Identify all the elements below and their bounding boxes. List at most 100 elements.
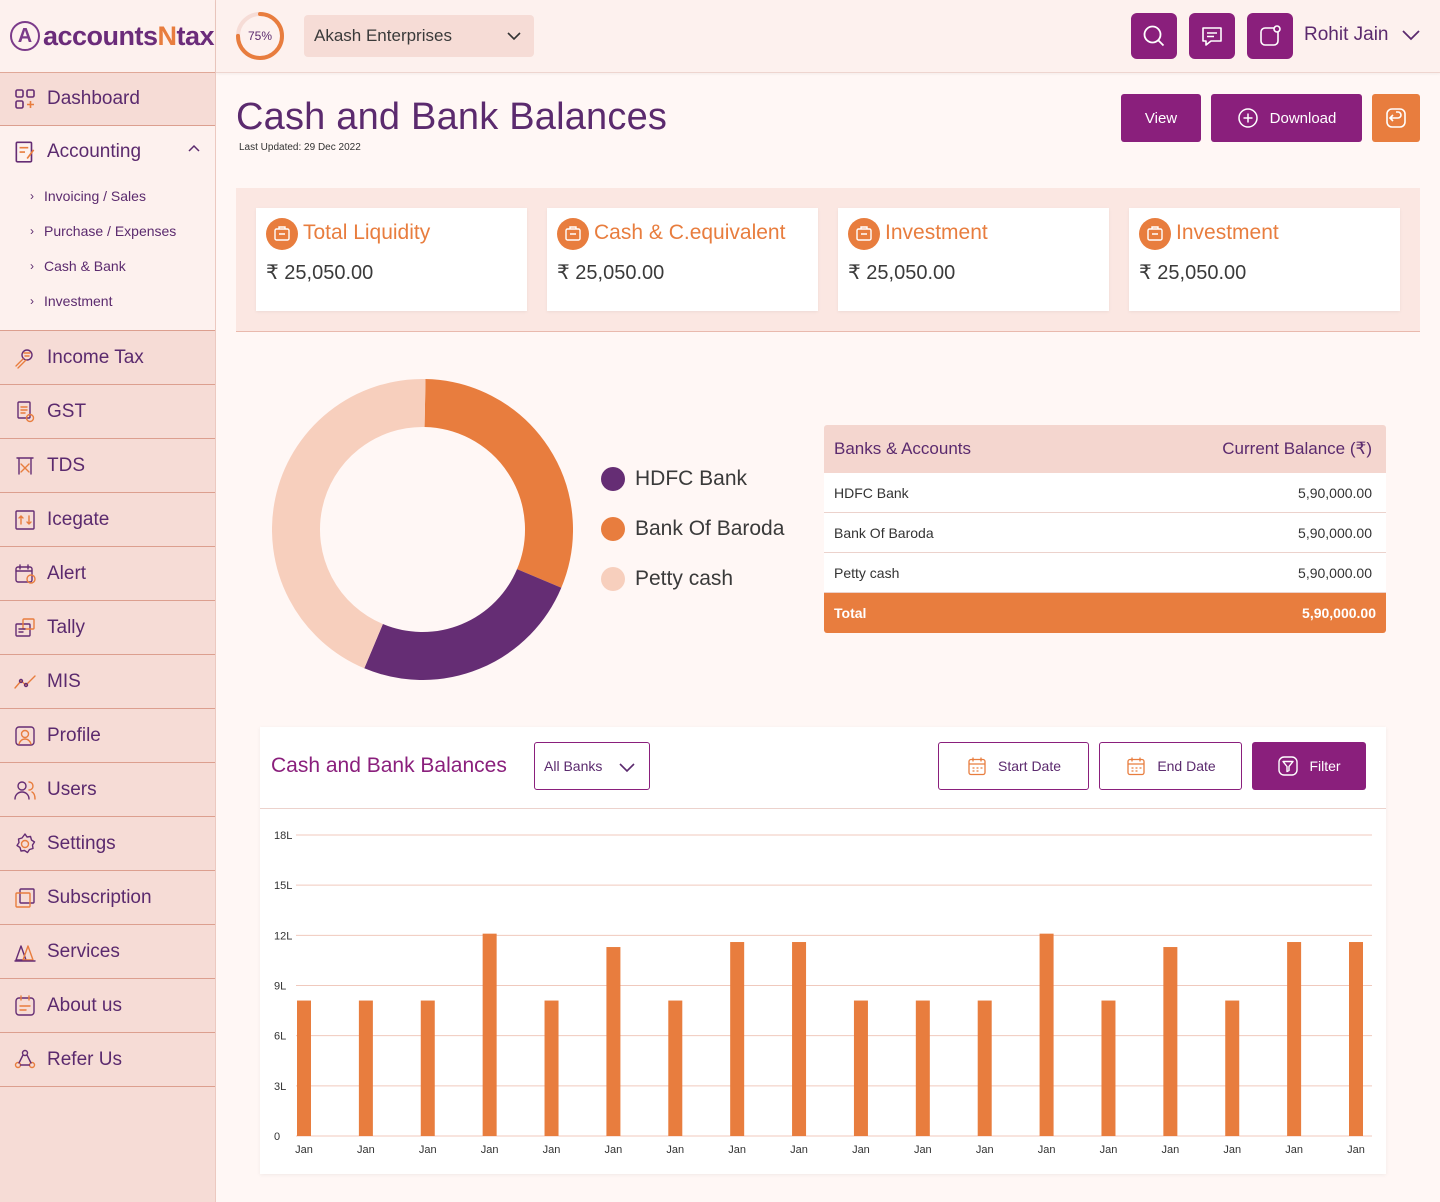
chevron-right-icon: › <box>30 188 34 203</box>
calendar-icon <box>1127 757 1145 776</box>
sidebar-item-income-tax[interactable]: Income Tax <box>0 331 215 385</box>
summary-card[interactable]: Investment ₹ 25,050.00 <box>1129 208 1400 311</box>
sidebar-item-settings[interactable]: Settings <box>0 817 215 871</box>
bar <box>730 942 745 1136</box>
x-tick-label: Jan <box>1285 1144 1303 1156</box>
x-tick-label: Jan <box>914 1144 932 1156</box>
icegate-icon <box>12 507 38 533</box>
y-tick-label: 0 <box>274 1131 280 1143</box>
back-button[interactable] <box>1372 94 1420 142</box>
sidebar-item-tally[interactable]: Tally <box>0 601 215 655</box>
sidebar: A accountsNtax Dashboard Accounting › Inv… <box>0 0 216 1202</box>
submenu-invoicing[interactable]: › Invoicing / Sales <box>0 178 215 213</box>
x-tick-label: Jan <box>605 1144 623 1156</box>
card-title: Cash & C.equivalent <box>594 221 786 244</box>
last-updated: Last Updated: 29 Dec 2022 <box>239 142 361 153</box>
profile-icon <box>12 723 38 749</box>
notifications-button[interactable] <box>1247 13 1293 59</box>
sidebar-item-label: Refer Us <box>47 1048 122 1070</box>
bar <box>915 1000 930 1136</box>
wallet-icon <box>848 218 880 250</box>
x-tick-label: Jan <box>976 1144 994 1156</box>
sidebar-item-subscription[interactable]: Subscription <box>0 871 215 925</box>
summary-card[interactable]: Cash & C.equivalent ₹ 25,050.00 <box>547 208 818 311</box>
sidebar-item-refer-us[interactable]: Refer Us <box>0 1033 215 1087</box>
sidebar-item-alert[interactable]: Alert <box>0 547 215 601</box>
bar <box>1039 933 1054 1136</box>
search-button[interactable] <box>1131 13 1177 59</box>
sidebar-item-about-us[interactable]: About us <box>0 979 215 1033</box>
view-button[interactable]: View <box>1121 94 1201 142</box>
sidebar-item-users[interactable]: Users <box>0 763 215 817</box>
sidebar-item-dashboard[interactable]: Dashboard <box>0 73 215 126</box>
wallet-icon <box>1139 218 1171 250</box>
bar <box>358 1000 373 1136</box>
users-icon <box>12 777 38 803</box>
card-value: ₹ 25,050.00 <box>266 262 374 284</box>
chart-divider <box>260 808 1386 809</box>
y-tick-label: 3L <box>274 1081 286 1093</box>
legend-item: Petty cash <box>601 567 733 591</box>
x-tick-label: Jan <box>1223 1144 1241 1156</box>
x-tick-label: Jan <box>481 1144 499 1156</box>
chevron-down-icon <box>507 32 521 41</box>
accounting-submenu: › Invoicing / Sales › Purchase / Expenses … <box>0 178 215 330</box>
start-date-button[interactable]: Start Date <box>938 742 1089 790</box>
summary-cards: Total Liquidity ₹ 25,050.00 Cash & C.equ… <box>236 188 1420 332</box>
summary-card[interactable]: Total Liquidity ₹ 25,050.00 <box>256 208 527 311</box>
tds-icon <box>12 453 38 479</box>
sidebar-item-icegate[interactable]: Icegate <box>0 493 215 547</box>
tally-icon <box>12 615 38 641</box>
chevron-right-icon: › <box>30 258 34 273</box>
table-row[interactable]: HDFC Bank 5,90,000.00 <box>824 473 1386 513</box>
logo-text: accountsNtax <box>43 20 215 51</box>
x-tick-label: Jan <box>1100 1144 1118 1156</box>
legend-dot <box>601 517 625 541</box>
chevron-up-icon[interactable] <box>187 142 201 156</box>
sidebar-item-label: Icegate <box>47 508 110 530</box>
submenu-investment[interactable]: › Investment <box>0 283 215 318</box>
logo[interactable]: A accountsNtax <box>0 0 215 73</box>
user-name[interactable]: Rohit Jain <box>1304 24 1389 46</box>
table-row[interactable]: Petty cash 5,90,000.00 <box>824 553 1386 593</box>
x-tick-label: Jan <box>543 1144 561 1156</box>
wallet-icon <box>266 218 298 250</box>
legend-dot <box>601 467 625 491</box>
company-select[interactable]: Akash Enterprises <box>304 15 534 57</box>
messages-button[interactable] <box>1189 13 1235 59</box>
bar <box>1287 942 1302 1136</box>
summary-card[interactable]: Investment ₹ 25,050.00 <box>838 208 1109 311</box>
sidebar-item-accounting[interactable]: Accounting <box>0 126 215 178</box>
sidebar-item-gst[interactable]: GST <box>0 385 215 439</box>
chevron-right-icon: › <box>30 293 34 308</box>
filter-button[interactable]: Filter <box>1252 742 1366 790</box>
about-icon <box>12 993 38 1019</box>
bar <box>297 1000 311 1136</box>
logo-mark: A <box>10 21 40 51</box>
bar <box>606 947 621 1136</box>
sidebar-item-label: Alert <box>47 562 87 584</box>
sidebar-item-mis[interactable]: MIS <box>0 655 215 709</box>
plus-circle-icon <box>1237 108 1258 128</box>
end-date-button[interactable]: End Date <box>1099 742 1242 790</box>
download-button[interactable]: Download <box>1211 94 1362 142</box>
sidebar-item-label: Income Tax <box>47 346 144 368</box>
sidebar-item-label: Settings <box>47 832 116 854</box>
chevron-down-icon[interactable] <box>1401 27 1421 43</box>
table-total-row: Total 5,90,000.00 <box>824 593 1386 633</box>
table-row[interactable]: Bank Of Baroda 5,90,000.00 <box>824 513 1386 553</box>
sidebar-item-label: Accounting <box>47 141 142 162</box>
sidebar-item-profile[interactable]: Profile <box>0 709 215 763</box>
subscription-icon <box>12 885 38 911</box>
bar <box>1225 1000 1240 1136</box>
refer-icon <box>12 1047 38 1073</box>
bar <box>977 1000 992 1136</box>
bank-select[interactable]: All Banks <box>534 742 650 790</box>
sidebar-item-services[interactable]: Services <box>0 925 215 979</box>
x-tick-label: Jan <box>1347 1144 1365 1156</box>
submenu-cash-bank[interactable]: › Cash & Bank <box>0 248 215 283</box>
submenu-purchase[interactable]: › Purchase / Expenses <box>0 213 215 248</box>
sidebar-item-tds[interactable]: TDS <box>0 439 215 493</box>
balances-chart-panel: Cash and Bank Balances All Banks Start D… <box>260 727 1386 1174</box>
sidebar-item-label: TDS <box>47 454 85 476</box>
